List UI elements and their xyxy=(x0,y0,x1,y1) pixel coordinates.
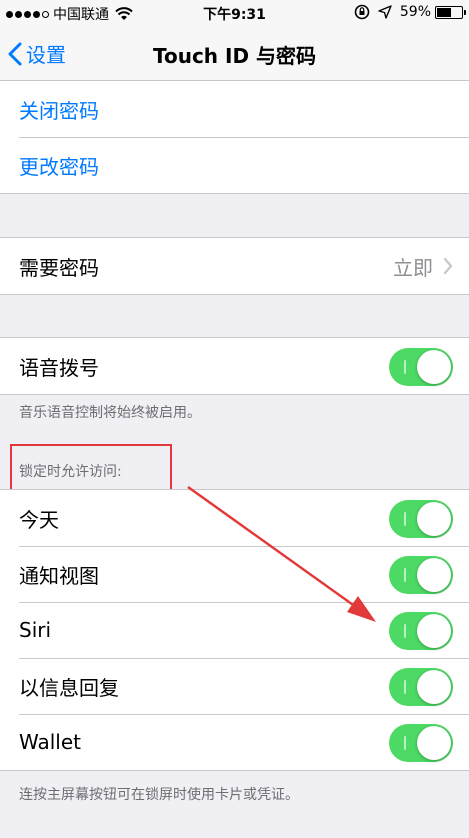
wallet-toggle[interactable] xyxy=(389,724,453,762)
lock-access-label-notifications: 通知视图 xyxy=(19,563,99,588)
turn-off-passcode-label: 关闭密码 xyxy=(19,98,99,123)
navigation-bar: 设置 Touch ID 与密码 xyxy=(0,26,469,81)
passcode-group: 关闭密码 更改密码 xyxy=(0,80,469,194)
lock-access-label-today: 今天 xyxy=(19,507,59,532)
today-toggle[interactable] xyxy=(389,500,453,538)
lock-access-row-reply: 以信息回复 xyxy=(0,658,469,714)
siri-toggle[interactable] xyxy=(389,612,453,650)
change-passcode-row[interactable]: 更改密码 xyxy=(0,137,469,193)
lock-access-footnote: 连按主屏幕按钮可在锁屏时使用卡片或凭证。 xyxy=(19,787,299,803)
annotation-highlight-box xyxy=(10,444,172,493)
battery-percent: 59% xyxy=(399,4,431,20)
lock-access-group: 今天 通知视图 Siri 以信息回复 Wallet xyxy=(0,489,469,771)
turn-off-passcode-row[interactable]: 关闭密码 xyxy=(0,81,469,137)
status-bar: 中国联通 下午9:31 59% xyxy=(0,0,469,26)
reply-with-message-toggle[interactable] xyxy=(389,668,453,706)
require-passcode-value: 立即 xyxy=(393,255,433,280)
voice-dial-row: 语音拨号 xyxy=(0,338,469,394)
lock-access-row-siri: Siri xyxy=(0,602,469,658)
voice-dial-group: 语音拨号 xyxy=(0,337,469,395)
page-title: Touch ID 与密码 xyxy=(152,44,317,68)
voice-dial-footnote: 音乐语音控制将始终被启用。 xyxy=(19,405,201,421)
voice-dial-label: 语音拨号 xyxy=(19,355,99,380)
rotation-lock-icon xyxy=(354,4,370,20)
change-passcode-label: 更改密码 xyxy=(19,154,99,179)
require-passcode-row[interactable]: 需要密码 立即 xyxy=(0,238,469,294)
battery-icon xyxy=(435,5,466,19)
require-passcode-group: 需要密码 立即 xyxy=(0,237,469,295)
status-right: 59% xyxy=(354,4,466,20)
lock-access-label-reply: 以信息回复 xyxy=(19,675,119,700)
lock-access-row-wallet: Wallet xyxy=(0,714,469,770)
location-icon xyxy=(378,5,392,19)
voice-dial-toggle[interactable] xyxy=(389,348,453,386)
lock-access-label-wallet: Wallet xyxy=(19,730,82,754)
lock-access-row-today: 今天 xyxy=(0,490,469,546)
lock-access-row-notifications: 通知视图 xyxy=(0,546,469,602)
require-passcode-value-wrap: 立即 xyxy=(393,252,453,281)
chevron-right-icon xyxy=(443,257,453,275)
notifications-view-toggle[interactable] xyxy=(389,556,453,594)
require-passcode-label: 需要密码 xyxy=(19,255,99,280)
lock-access-label-siri: Siri xyxy=(19,618,52,642)
